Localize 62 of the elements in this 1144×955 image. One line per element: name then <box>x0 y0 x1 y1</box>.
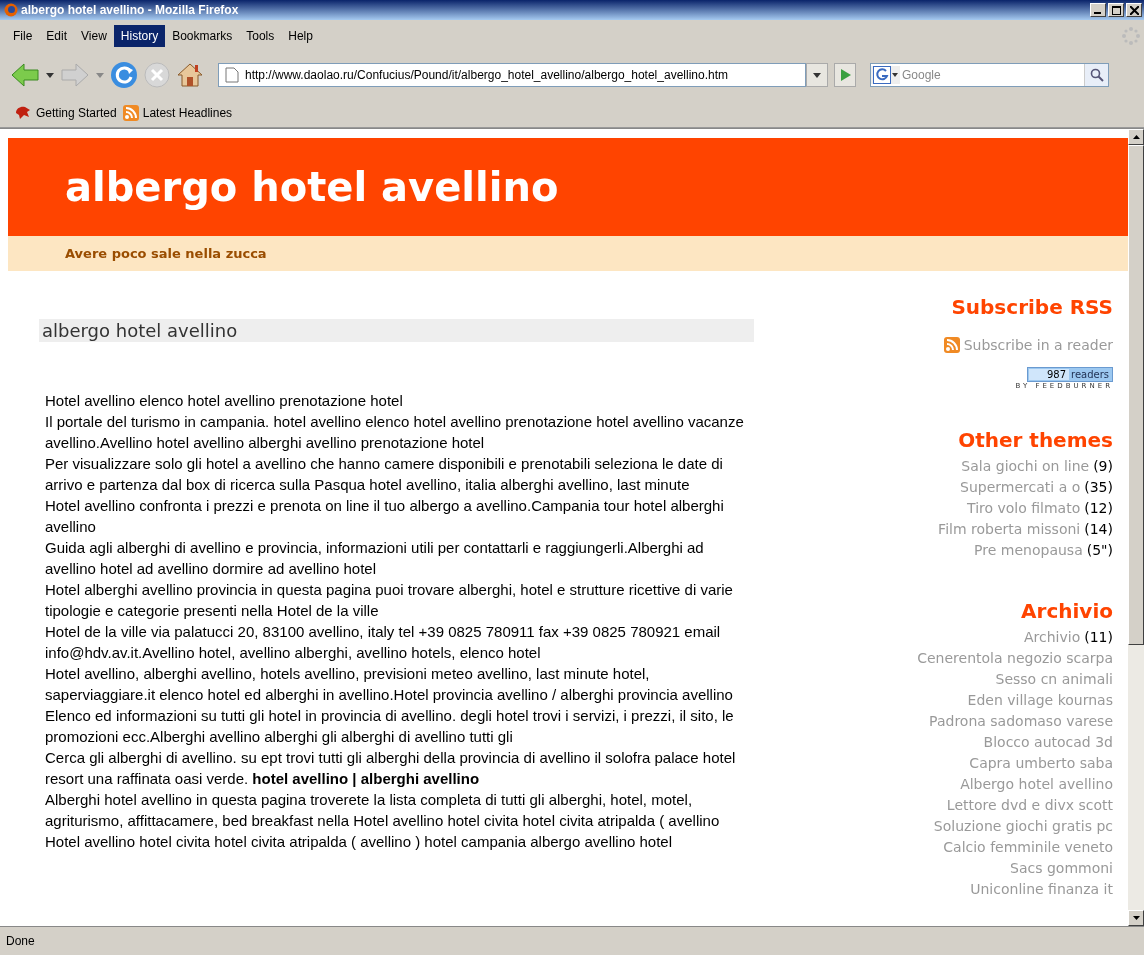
paragraph: Hotel avellino hotel civita hotel civita atripalda ( avellino ) hotel campania albergo avellino hotel <box>45 832 674 852</box>
search-button[interactable] <box>1084 64 1108 86</box>
address-field[interactable]: http://www.daolao.ru/Confucius/Pound/it/albergo_hotel_avellino/albergo_hotel_avellino.htm <box>218 63 806 87</box>
menu-item[interactable]: Tools <box>239 25 282 47</box>
menu-item[interactable]: History <box>113 25 166 47</box>
paragraph: Cerca gli alberghi di avellino. su ept trovi tutti gli alberghi della provincia di avellino il solofra palace hotel resort una raffinata oasi verde. hotel avellino | alberghi avellino <box>45 748 737 789</box>
reload-icon[interactable] <box>110 61 138 89</box>
sidebar-link[interactable]: Supermercati a o (35) <box>960 477 1113 498</box>
play-icon <box>839 69 851 81</box>
rss-icon <box>122 104 139 121</box>
close-button[interactable] <box>1126 3 1142 17</box>
close-icon <box>1129 5 1139 15</box>
sidebar-link[interactable]: Pre menopausa (5") <box>974 540 1113 561</box>
paragraph: Guida agli alberghi di avellino e provincia, informazioni utili per contattarli e raggiungerli.Alberghi ad avellino hotel ad avellino dormire ad avellino hotel <box>45 538 705 579</box>
feed-counter-badge[interactable]: 987 readers <box>1026 367 1113 382</box>
search-field[interactable]: Google <box>870 63 1109 87</box>
paragraph: Hotel avellino confronta i prezzi e prenota on line il tuo albergo a avellino.Campania tour hotel alberghi avellino <box>45 496 725 537</box>
paragraph: Hotel alberghi avellino provincia in questa pagina puoi trovare alberghi, hotel e strutture ricettive di varie tipologie e categorie presenti nella Hotel de la ville <box>45 580 734 621</box>
bookmark-link[interactable]: Latest Headlines <box>122 104 233 121</box>
site-tagline: Avere poco sale nella zucca <box>65 246 267 261</box>
menu-item[interactable]: View <box>74 25 114 47</box>
paragraph: Hotel de la ville via palatucci 20, 83100 avellino, italy tel +39 0825 780911 fax +39 0825 780921 email info@hdv.av.it.Avellino hotel, avellino alberghi, avellino hotels, elenco hotel <box>45 622 722 663</box>
sidebar-link[interactable]: Film roberta missoni (14) <box>938 519 1113 540</box>
paragraph: Alberghi hotel avellino in questa pagina troverete la lista completa di tutti gli alberghi, hotel, motel, agriturismo, affittacamere, bed breakfast nella Hotel avellino hotel civita hotel civita atripalda ( avellino <box>45 790 721 831</box>
rss-icon <box>943 337 960 353</box>
sidebar-link[interactable]: Sala giochi on line (9) <box>961 456 1113 477</box>
search-engine-button[interactable] <box>871 66 900 84</box>
menu-item[interactable]: Help <box>281 25 320 47</box>
go-button[interactable] <box>834 63 856 87</box>
site-title: albergo hotel avellino <box>65 164 559 210</box>
menu-item[interactable]: File <box>6 25 40 47</box>
status-text: Done <box>6 934 35 948</box>
window-title: albergo hotel avellino - Mozilla Firefox <box>21 3 239 17</box>
search-icon <box>1089 68 1104 82</box>
caret-icon <box>892 73 898 77</box>
paragraph: Per visualizzare solo gli hotel a avellino che hanno camere disponibili e prenotabili seleziona le date di arrivo e partenza dal box di ricerca sulla Pasqua hotel avellino, italia alberghi avellino, last minute <box>45 454 724 495</box>
section-heading: Other themes <box>958 428 1113 452</box>
paragraph: Il portale del turismo in campania. hotel avellino elenco hotel avellino prenotazione hotel avellino vacanze avellino.Avellino hotel avellino alberghi avellino prenotazione hotel <box>45 412 745 453</box>
page-icon <box>225 67 239 83</box>
caret-icon <box>813 72 821 78</box>
sidebar-link[interactable]: Tiro volo filmato (12) <box>967 498 1113 519</box>
menu-item[interactable]: Bookmarks <box>165 25 240 47</box>
paragraph: Hotel avellino, alberghi avellino, hotels avellino, previsioni meteo avellino, last minute hotel, saperviaggiare.it elenco hotel ed alberghi in avellino.Hotel provincia avellino / alberghi provincia avellino <box>45 664 734 705</box>
section-heading: Subscribe RSS <box>951 295 1113 319</box>
home-icon[interactable] <box>176 62 204 88</box>
activity-indicator-icon <box>1122 27 1140 45</box>
paragraph: Elenco ed informazioni su tutti gli hotel in provincia di avellino. degli hotel trovi i servizi, i prezzi, il sito, le promozioni ecc.Alberghi avellino alberghi gli alberghi di avellino tutti gli <box>45 706 735 747</box>
menu-item[interactable]: Edit <box>39 25 75 47</box>
dropdown-button[interactable] <box>806 63 828 87</box>
vertical-scrollbar[interactable] <box>1128 129 1144 926</box>
maximize-icon <box>1111 5 1121 15</box>
bookmark-link[interactable]: Getting Started <box>14 104 117 121</box>
down-arrow-icon[interactable] <box>1132 916 1140 920</box>
section-heading: Archivio <box>1021 599 1113 623</box>
paragraph: Hotel avellino elenco hotel avellino prenotazione hotel <box>45 391 404 411</box>
sidebar-link[interactable]: Archivio (11) <box>1024 627 1113 648</box>
dropdown-caret-icon[interactable] <box>46 72 54 78</box>
maximize-button[interactable] <box>1108 3 1124 17</box>
minimize-button[interactable] <box>1090 3 1106 17</box>
letter-g-icon <box>873 66 891 84</box>
post-title: albergo hotel avellino <box>39 319 754 342</box>
up-arrow-icon[interactable] <box>1132 135 1140 139</box>
